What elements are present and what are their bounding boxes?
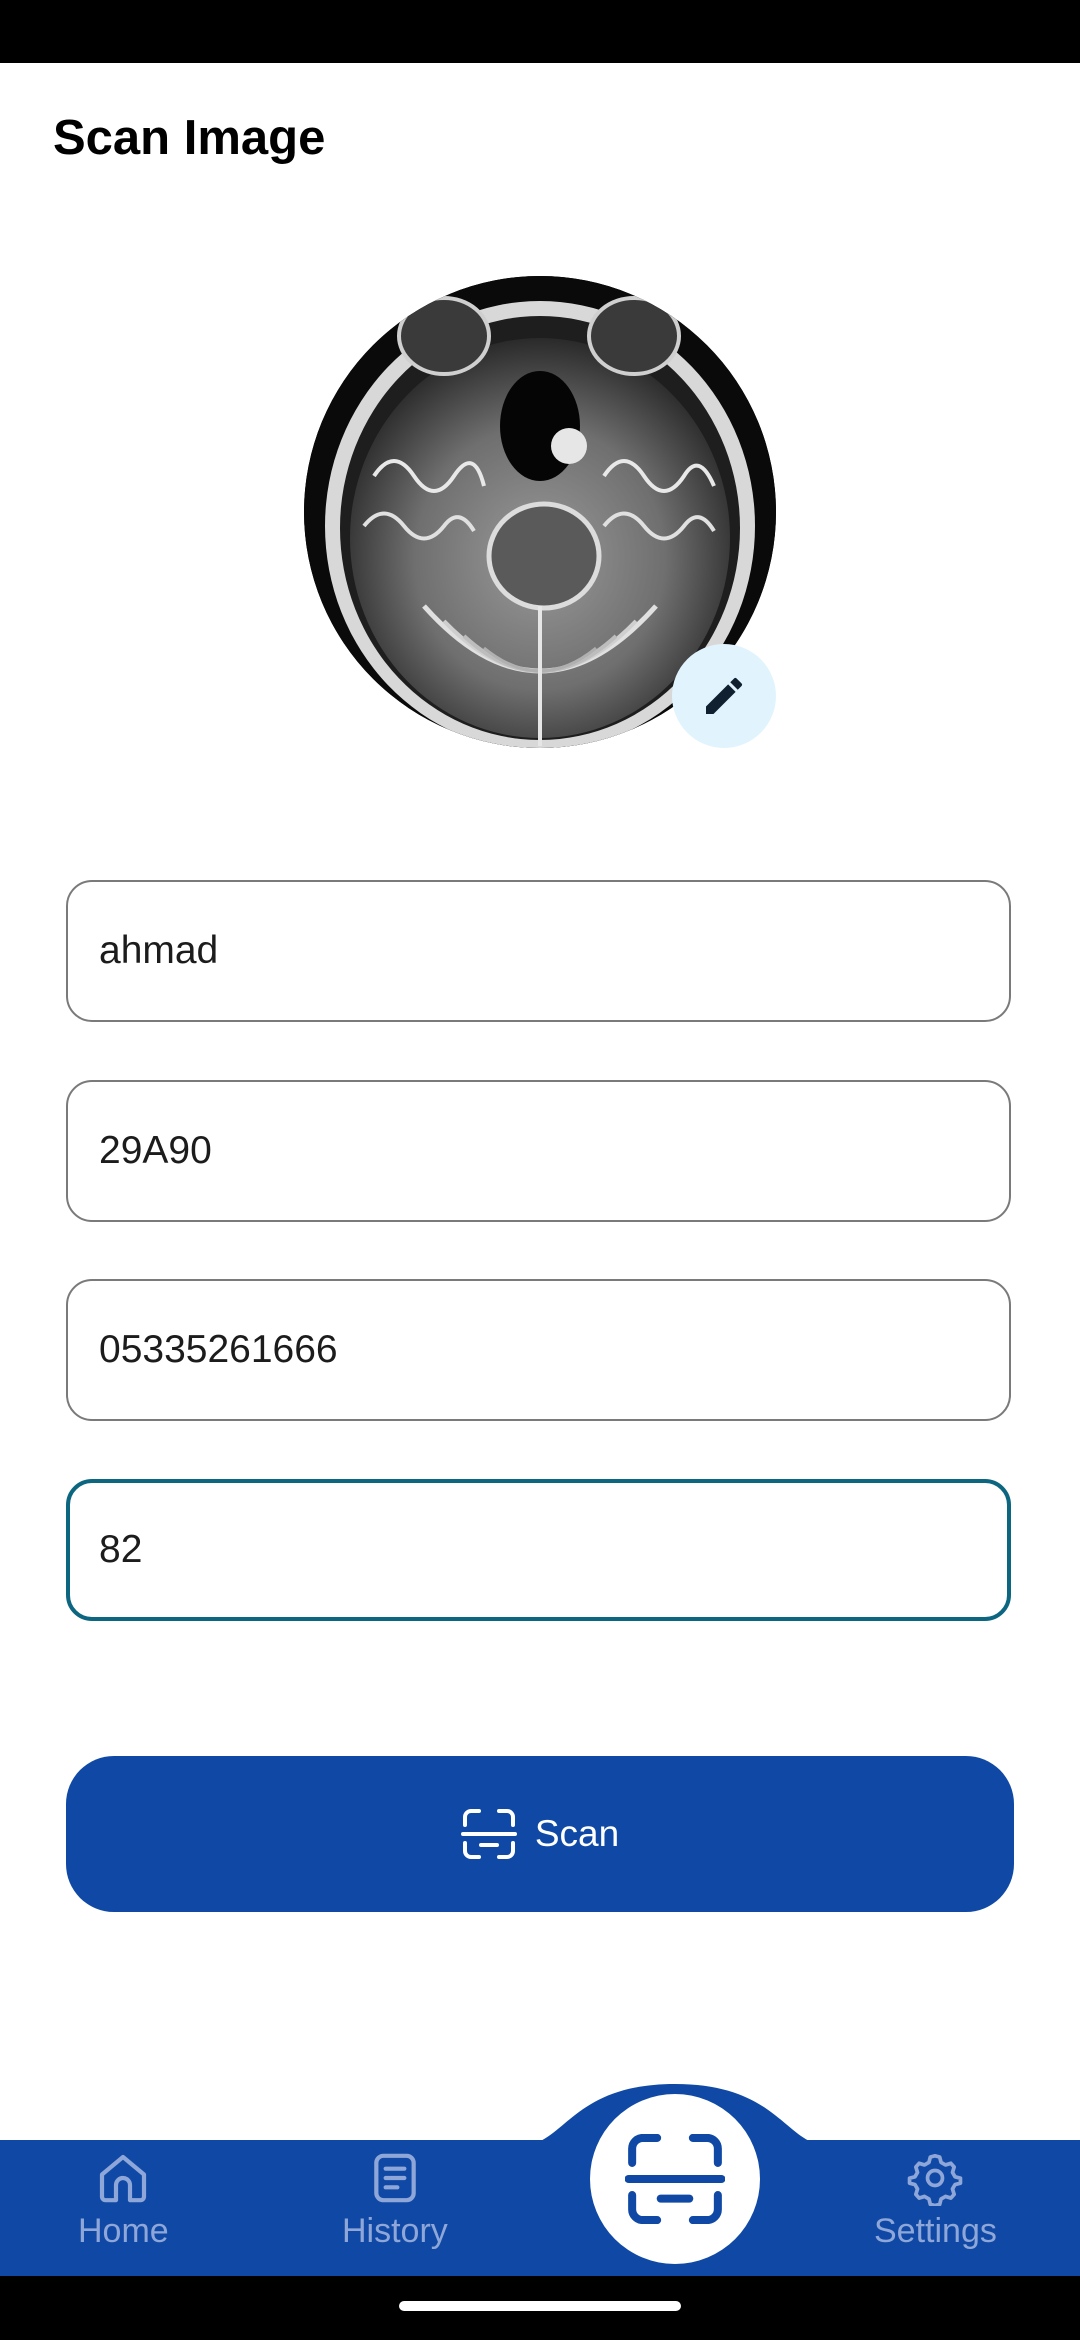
- pencil-icon: [706, 677, 743, 714]
- gear-icon: [908, 2153, 963, 2206]
- scan-icon: [460, 1809, 517, 1859]
- nav-bump: [520, 2084, 830, 2146]
- scan-icon: [625, 2134, 725, 2224]
- nav-settings[interactable]: Settings: [874, 2150, 997, 2251]
- age-field[interactable]: 82: [66, 1479, 1011, 1621]
- history-icon: [374, 2153, 416, 2203]
- phone-value: 05335261666: [99, 1328, 338, 1371]
- edit-image-button[interactable]: [672, 644, 776, 748]
- page-title: Scan Image: [53, 111, 326, 165]
- nav-history[interactable]: History: [342, 2150, 448, 2251]
- home-gesture-bar[interactable]: [399, 2301, 681, 2311]
- scan-button[interactable]: Scan: [66, 1756, 1014, 1912]
- patient-id-field[interactable]: 29A90: [66, 1080, 1011, 1222]
- age-value: 82: [99, 1528, 143, 1571]
- patient-name-field[interactable]: ahmad: [66, 880, 1011, 1022]
- scan-button-label: Scan: [534, 1813, 620, 1854]
- nav-history-label: History: [342, 2212, 448, 2250]
- patient-name-value: ahmad: [99, 929, 219, 972]
- nav-scan-fab[interactable]: [590, 2094, 760, 2264]
- status-bar: [0, 0, 1080, 63]
- patient-id-value: 29A90: [99, 1129, 212, 1172]
- phone-field[interactable]: 05335261666: [66, 1279, 1011, 1421]
- nav-settings-label: Settings: [874, 2212, 997, 2250]
- home-icon: [100, 2154, 147, 2203]
- nav-home[interactable]: Home: [78, 2150, 169, 2251]
- nav-home-label: Home: [78, 2212, 169, 2250]
